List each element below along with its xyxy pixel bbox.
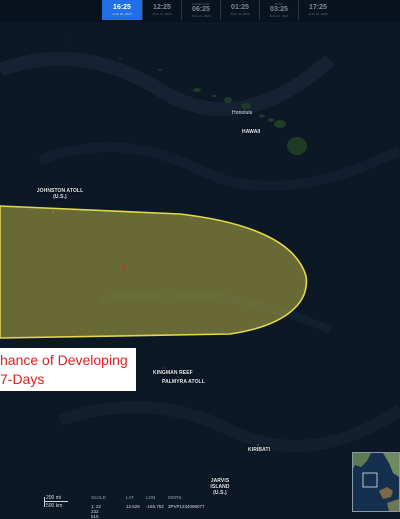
timeline-step-time: 17:25	[309, 4, 327, 11]
timeline-step-time: 06:25	[192, 6, 210, 13]
timeline-step[interactable]: 01:25 AUG 31, 2020	[220, 0, 259, 20]
label-kingman-reef: KINGMAN REEF	[153, 370, 193, 376]
minimap-graphic	[353, 453, 399, 511]
timeline-step-date: AUG 31, 2020	[191, 14, 211, 18]
timeline-step-time: 12:25	[153, 4, 171, 11]
label-johnston-atoll: JOHNSTON ATOLL (U.S.)	[36, 188, 84, 200]
label-honolulu: Honolulu	[232, 110, 253, 116]
timeline-step[interactable]: 17:25 AUG 31, 2020	[298, 0, 337, 20]
lon-readout: LON -165.752	[146, 495, 164, 509]
label-jarvis-island: JARVIS ISLAND (U.S.)	[210, 478, 230, 496]
scale-readout: SCALE 1: 22 232 515	[91, 495, 106, 519]
disturbance-marker[interactable]	[122, 265, 126, 269]
timeline-step[interactable]: NOW 03:25 AUG 31, 2020	[259, 0, 298, 20]
chance-of-development-callout: hance of Developing 7-Days	[0, 348, 136, 391]
chance-text-line-1: hance of Developing	[0, 352, 128, 368]
label-kiribati: KIRIBATI	[248, 447, 271, 453]
timeline-step[interactable]: FORECAST 06:25 AUG 31, 2020	[181, 0, 220, 20]
scale-mi: 200 mi	[46, 495, 62, 501]
map-canvas[interactable]	[0, 0, 400, 516]
timeline-step-date: AUG 31, 2020	[152, 12, 172, 16]
timeline-step-time: 01:25	[231, 4, 249, 11]
timeline-step-tag: NOW	[275, 2, 283, 6]
timeline-step[interactable]: 16:25 AUG 30, 2020	[102, 0, 142, 20]
time-slider-bar: 16:25 AUG 30, 2020 12:25 AUG 31, 2020 FORECA…	[0, 0, 400, 22]
scale-bar: 200 mi 500 km	[44, 494, 70, 512]
timeline-step-time: 16:25	[113, 4, 131, 11]
label-palmyra-atoll: PALMYRA ATOLL	[162, 379, 205, 385]
timeline-step-time: 03:25	[270, 6, 288, 13]
timeline-step-date: AUG 31, 2020	[308, 12, 328, 16]
lat-readout: LAT 12.628	[126, 495, 140, 509]
scale-km: 500 km	[46, 503, 63, 509]
timeline: 16:25 AUG 30, 2020 12:25 AUG 31, 2020 FORECA…	[102, 0, 337, 20]
label-hawaii: HAWAII	[242, 129, 261, 135]
timeline-step-tag: FORECAST	[192, 2, 210, 6]
mgrs-readout: MGRS 3PVP1234096077	[168, 495, 205, 509]
timeline-step[interactable]: 12:25 AUG 31, 2020	[142, 0, 181, 20]
timeline-step-date: AUG 30, 2020	[112, 12, 132, 16]
chance-text-line-2: 7-Days	[0, 371, 45, 387]
overview-minimap[interactable]	[352, 452, 400, 512]
timeline-step-date: AUG 31, 2020	[269, 14, 289, 18]
timeline-step-date: AUG 31, 2020	[230, 12, 250, 16]
